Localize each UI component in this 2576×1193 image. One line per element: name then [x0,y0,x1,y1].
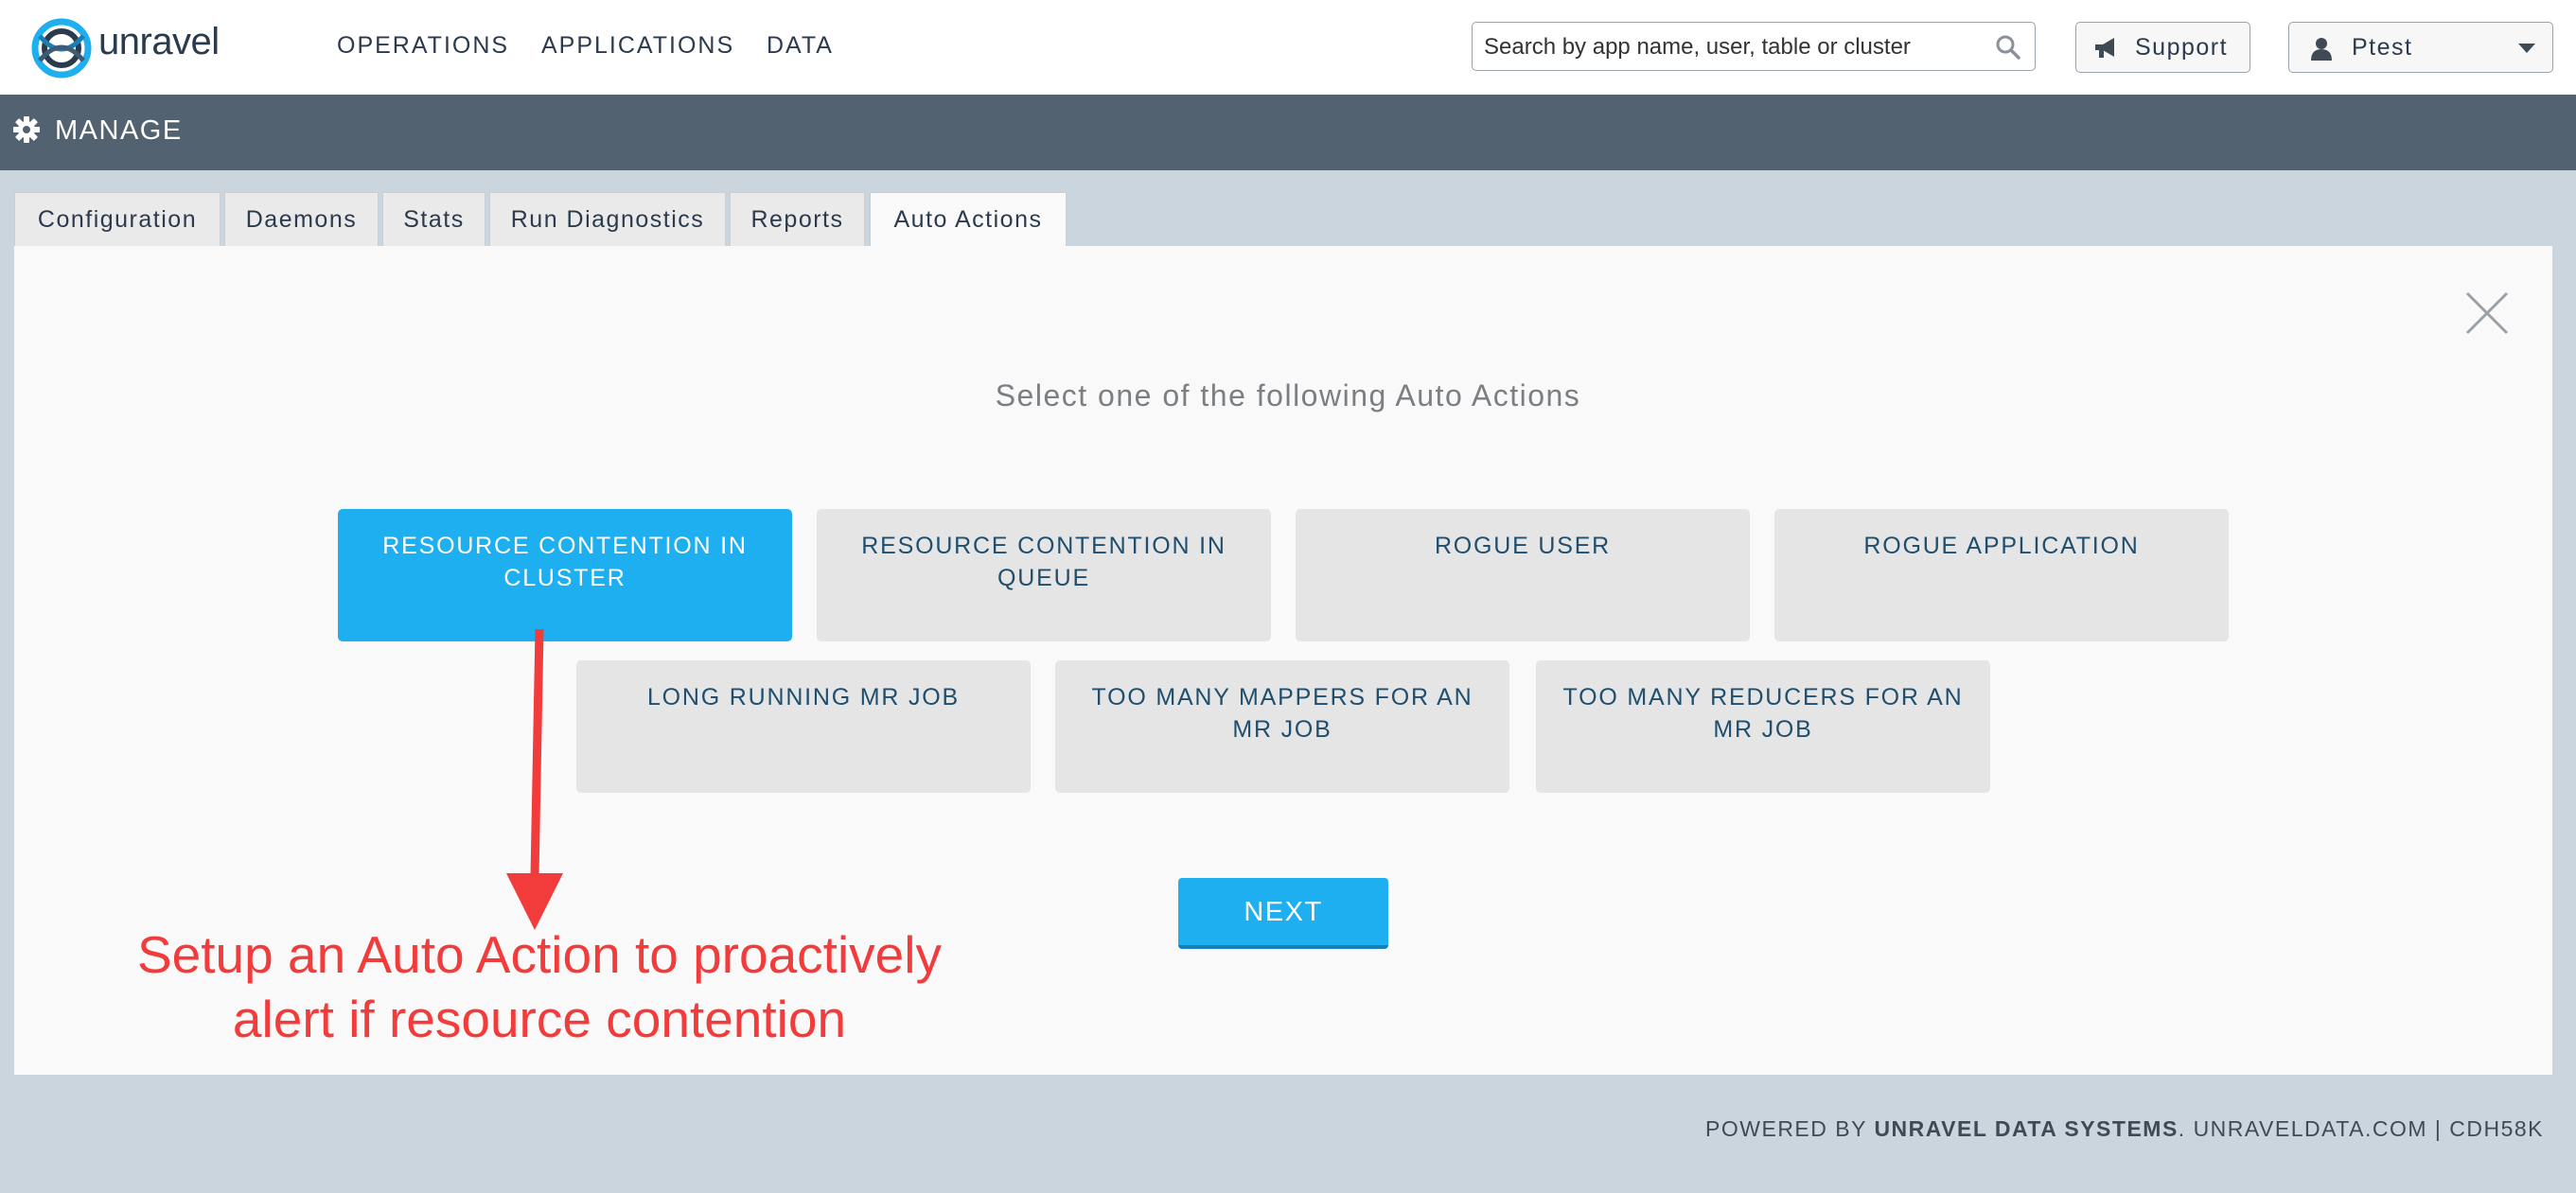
nav-applications[interactable]: APPLICATIONS [541,32,734,60]
footer: POWERED BY UNRAVEL DATA SYSTEMS. UNRAVEL… [1705,1116,2544,1142]
footer-suffix: . UNRAVELDATA.COM | CDH58K [2178,1116,2544,1141]
gear-icon [13,116,40,143]
option-too-many-reducers[interactable]: TOO MANY REDUCERS FOR AN MR JOB [1536,660,1990,793]
megaphone-icon [2095,38,2114,58]
annotation-arrow [506,629,563,930]
caret-down-icon [2518,44,2535,53]
option-long-running-mr-job[interactable]: LONG RUNNING MR JOB [576,660,1031,793]
annotation-line-2: alert if resource contention [232,990,847,1048]
brand-name[interactable]: unravel [98,21,220,63]
option-rogue-user[interactable]: ROGUE USER [1296,509,1750,641]
nav-data[interactable]: DATA [767,32,834,60]
tab-auto-actions[interactable]: Auto Actions [870,192,1067,247]
footer-company: UNRAVEL DATA SYSTEMS [1874,1116,2179,1141]
option-resource-contention-queue[interactable]: RESOURCE CONTENTION IN QUEUE [817,509,1271,641]
top-navbar: unravel OPERATIONS APPLICATIONS DATA Sup… [0,0,2576,96]
annotation-line-1: Setup an Auto Action to proactively [136,925,942,984]
search-input[interactable] [1482,30,1968,64]
tab-daemons[interactable]: Daemons [224,192,379,246]
next-button[interactable]: NEXT [1178,878,1388,949]
unravel-logo-icon[interactable] [28,15,95,81]
footer-prefix: POWERED BY [1705,1116,1875,1141]
close-icon[interactable] [2465,291,2509,335]
manage-header: MANAGE [0,95,2576,170]
option-resource-contention-cluster[interactable]: RESOURCE CONTENTION IN CLUSTER [338,509,792,641]
tab-stats[interactable]: Stats [382,192,485,246]
nav-operations[interactable]: OPERATIONS [337,32,509,60]
annotation-text: Setup an Auto Action to proactively aler… [104,922,975,1051]
auto-actions-prompt: Select one of the following Auto Actions [995,378,1581,412]
search-box [1472,22,2036,71]
tab-reports[interactable]: Reports [730,192,865,246]
support-label: Support [2135,34,2229,61]
support-button[interactable]: Support [2075,22,2250,73]
user-name: Ptest [2352,34,2413,61]
user-icon [2311,38,2332,61]
user-menu-dropdown[interactable]: Ptest [2288,22,2553,73]
tab-configuration[interactable]: Configuration [14,192,221,246]
option-too-many-mappers[interactable]: TOO MANY MAPPERS FOR AN MR JOB [1055,660,1509,793]
page-title: MANAGE [55,115,183,146]
option-rogue-application[interactable]: ROGUE APPLICATION [1774,509,2229,641]
tab-run-diagnostics[interactable]: Run Diagnostics [489,192,726,246]
search-icon[interactable] [1995,34,2021,61]
